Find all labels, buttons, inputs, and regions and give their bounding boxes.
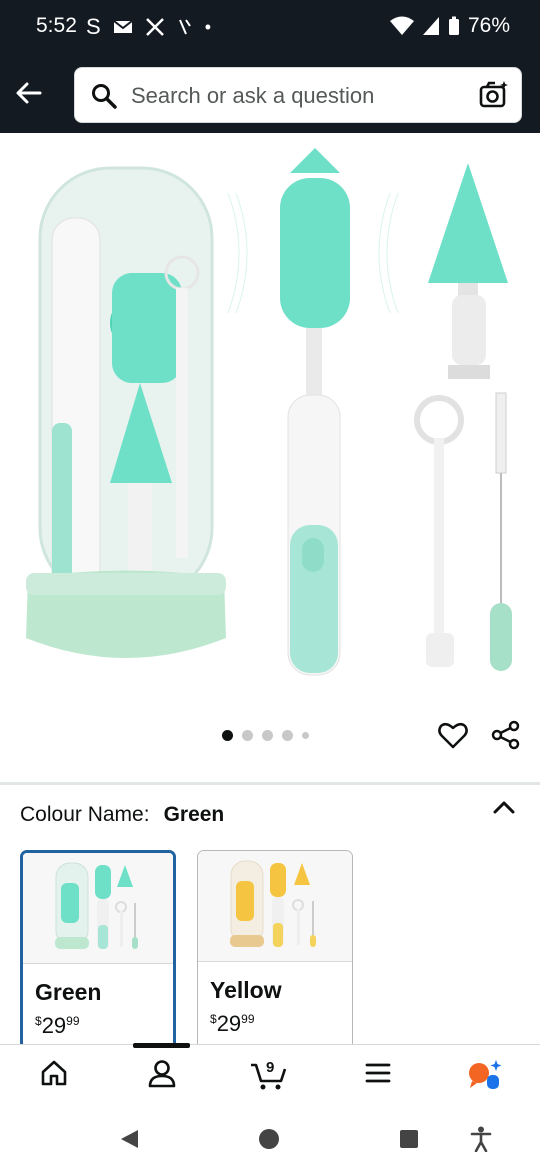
- price-cents: 99: [241, 1012, 255, 1026]
- product-image[interactable]: [0, 133, 540, 703]
- swatch-image: [55, 862, 138, 949]
- swatch-price: $2999: [35, 1013, 80, 1039]
- nipple-brush: [428, 163, 508, 379]
- threads-icon: [178, 19, 191, 35]
- gallery-dot[interactable]: [222, 730, 233, 741]
- system-navigation-bar: [0, 1110, 540, 1170]
- chevron-up-icon[interactable]: [492, 798, 516, 818]
- back-arrow-icon[interactable]: [14, 78, 44, 108]
- status-bar: 5:52 S • 76%: [0, 0, 540, 56]
- app-header: [0, 56, 540, 133]
- colour-value: Green: [163, 803, 225, 826]
- battery-icon: [448, 16, 459, 35]
- swatch-green[interactable]: Green $2999: [20, 850, 176, 1050]
- system-home-icon[interactable]: [258, 1128, 280, 1150]
- system-status: 76%: [389, 14, 510, 38]
- more-dot-icon: •: [204, 16, 211, 37]
- swatch-thumbnail: [23, 853, 173, 964]
- system-recents-icon[interactable]: [399, 1129, 419, 1149]
- camera-icon[interactable]: [479, 80, 509, 110]
- gallery-dot[interactable]: [302, 732, 309, 739]
- swatch-name: Green: [35, 979, 102, 1005]
- cart-count-badge: 9: [266, 1059, 275, 1076]
- swatch-price: $2999: [210, 1011, 255, 1037]
- gallery-dot[interactable]: [242, 730, 253, 741]
- price-main: 29: [216, 1011, 242, 1036]
- swatch-yellow[interactable]: Yellow $2999: [197, 850, 353, 1050]
- search-icon: [92, 84, 117, 109]
- mail-icon: [113, 20, 133, 33]
- price-main: 29: [41, 1013, 67, 1038]
- search-input[interactable]: [129, 78, 463, 114]
- accessibility-icon[interactable]: [470, 1126, 492, 1152]
- bottom-navigation: [0, 1044, 540, 1111]
- colour-label: Colour Name:: [20, 803, 150, 826]
- battery-percent: 76%: [467, 14, 510, 37]
- heart-icon[interactable]: [438, 720, 468, 750]
- carrier-glyph: S: [86, 14, 101, 39]
- share-icon[interactable]: [491, 720, 521, 750]
- wifi-icon: [389, 16, 414, 35]
- menu-icon[interactable]: [364, 1059, 392, 1087]
- home-icon[interactable]: [40, 1059, 68, 1087]
- swatch-image: [230, 860, 316, 947]
- x-logo-icon: [145, 18, 164, 36]
- system-back-icon[interactable]: [118, 1128, 140, 1150]
- swatch-thumbnail: [198, 851, 352, 962]
- signal-icon: [422, 17, 439, 35]
- section-divider: [0, 782, 540, 785]
- ai-assistant-icon[interactable]: [467, 1059, 503, 1091]
- swatch-name: Yellow: [210, 977, 282, 1003]
- stirrer-tool: [414, 395, 464, 667]
- search-bar[interactable]: [74, 67, 522, 123]
- notification-icons: S •: [86, 14, 211, 40]
- straw-brush: [490, 392, 512, 671]
- clock: 5:52: [36, 14, 77, 37]
- currency-symbol: $: [210, 1012, 217, 1026]
- colour-selector-heading: Colour Name: Green: [20, 803, 224, 827]
- storage-case: [26, 166, 226, 658]
- active-tab-indicator: [133, 1043, 190, 1048]
- electric-brush: [227, 148, 399, 676]
- gallery-dot[interactable]: [262, 730, 273, 741]
- currency-symbol: $: [35, 1014, 42, 1028]
- price-cents: 99: [66, 1014, 80, 1028]
- account-icon[interactable]: [147, 1059, 177, 1089]
- gallery-pagination: [222, 730, 309, 741]
- gallery-dot[interactable]: [282, 730, 293, 741]
